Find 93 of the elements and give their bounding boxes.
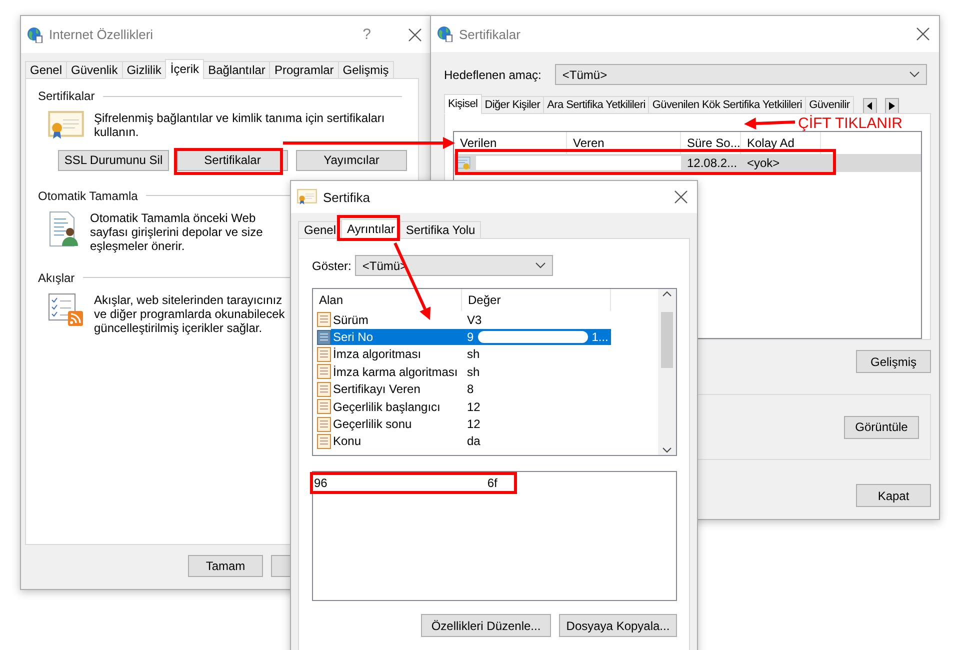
section-heading: Akışlar [38,270,75,285]
scrollbar[interactable] [658,289,676,455]
triangle-right-icon [888,102,895,110]
table-cell-text: Sürüm [332,312,370,328]
table-cell: 8 [467,382,474,396]
table-cell: Seri No [331,329,462,346]
globe-icon [27,26,43,42]
purpose-dropdown[interactable]: <Tümü> [555,64,928,85]
tab[interactable]: Sertifika Yolu [400,221,482,239]
field-row[interactable]: Geçerlilik sonu 12 [313,415,676,433]
edit-properties-button[interactable]: Özellikleri Düzenle... [421,614,551,637]
close-button[interactable] [915,26,931,42]
dialog-button[interactable]: SSL Durumunu Sil [58,150,169,171]
dialog-button[interactable]: Yayımcılar [296,150,407,171]
tab[interactable]: Programlar [269,61,339,79]
table-cell-text: Sertifikayı Veren [332,381,422,398]
tab[interactable]: Genel [298,221,342,239]
section-heading: Otomatik Tamamla [38,188,138,203]
field-icon [317,330,331,345]
field-row[interactable]: Seri No 9 1... [313,328,676,346]
tab[interactable]: Diğer Kişiler [480,96,544,114]
globe-icon [437,26,453,42]
table-cell: 12 [467,400,480,414]
window-title: Sertifikalar [459,26,522,42]
column-header[interactable]: Değer [462,289,611,311]
document-person-icon [48,210,80,247]
window-title: Sertifika [323,190,371,204]
scrollbar-thumb[interactable] [661,312,673,368]
value-text: 96 [314,476,328,490]
ok-button[interactable]: Tamam [188,555,263,577]
table-cell: 1... [592,330,608,344]
field-icon [317,364,331,380]
chevron-down-icon[interactable] [662,447,672,453]
window-title: Internet Özellikleri [49,27,154,42]
chevron-up-icon[interactable] [662,291,672,297]
tab[interactable]: Gelişmiş [338,61,394,79]
description-text: Akışlar, web sitelerinden tarayıcınız ve diğer programlarda okunabilecek güncelleştirilmiş içerikler sağlar. [94,292,286,335]
table-cell-text: <yok> [746,156,781,170]
description-text: Şifrelenmiş bağlantılar ve kimlik tanıma için sertifikaları kullanın. [94,111,386,140]
field-label: Hedeflenen amaç: [444,68,542,82]
show-dropdown[interactable]: <Tümü> [355,255,554,276]
table-cell: sh [467,347,480,362]
tab[interactable]: Güvenilir [805,96,854,114]
field-row[interactable]: İmza karma algoritması sh [313,363,676,381]
table-cell-text: Geçerlilik başlangıcı [332,398,442,415]
table-cell: V3 [467,312,482,327]
highlight-frame [337,215,400,241]
close-button[interactable] [407,26,423,42]
field-icon [317,382,331,397]
field-label: Göster: [312,258,352,272]
table-cell-text: Konu [332,433,362,450]
section-heading: Sertifikalar [38,89,95,103]
table-cell: sh [467,364,480,379]
field-row[interactable]: Sertifikayı Veren 8 [313,380,676,398]
field-icon [317,399,331,414]
field-icon [317,434,331,449]
table-cell: 12 [467,417,480,432]
dialog-button[interactable]: Gelişmiş [856,350,931,373]
field-row[interactable]: Konu da [313,432,676,450]
tab[interactable]: Kişisel [444,94,482,114]
chevron-down-icon [535,262,546,269]
certificate-row[interactable]: 12.08.2... <yok> [454,154,921,172]
field-icon [317,416,331,432]
table-cell: da [467,434,480,448]
field-row[interactable]: Geçerlilik başlangıcı 12 [313,398,676,416]
table-cell: 9 [467,330,474,344]
value-text: 6f [487,476,498,490]
tab[interactable]: Genel [25,61,68,79]
table-cell-text: Geçerlilik sonu [332,416,413,432]
tab[interactable]: İçerik [165,59,204,79]
close-dialog-button[interactable]: Kapat [856,484,931,507]
dialog-button[interactable]: Görüntüle [844,416,919,438]
annotation-text: ÇİFT TIKLANIR [798,115,902,132]
certificate-icon [48,111,84,140]
field-row[interactable]: İmza algoritması sh [313,346,676,364]
copy-to-file-button[interactable]: Dosyaya Kopyala... [559,614,677,637]
table-cell-text: İmza karma algoritması [332,364,459,380]
description-text: Otomatik Tamamla önceki Web sayfası girişlerini depolar ve size eşleşmeler önerir. [90,210,264,253]
tab[interactable]: Bağlantılar [203,61,270,79]
triangle-left-icon [866,102,873,110]
table-cell-text: 12.08.2... [686,156,738,170]
chevron-down-icon [909,71,920,78]
field-icon [317,346,331,362]
table-cell-text: İmza algoritması [332,346,422,362]
scroll-left-button[interactable] [862,98,877,114]
close-button[interactable] [673,189,689,205]
feed-list-icon [48,292,84,327]
help-button[interactable]: ? [362,26,371,43]
field-icon [317,312,331,328]
field-row[interactable]: Sürüm V3 [313,311,676,328]
arrow [744,118,796,130]
certificate-icon [297,189,317,205]
scroll-right-button[interactable] [884,98,899,114]
